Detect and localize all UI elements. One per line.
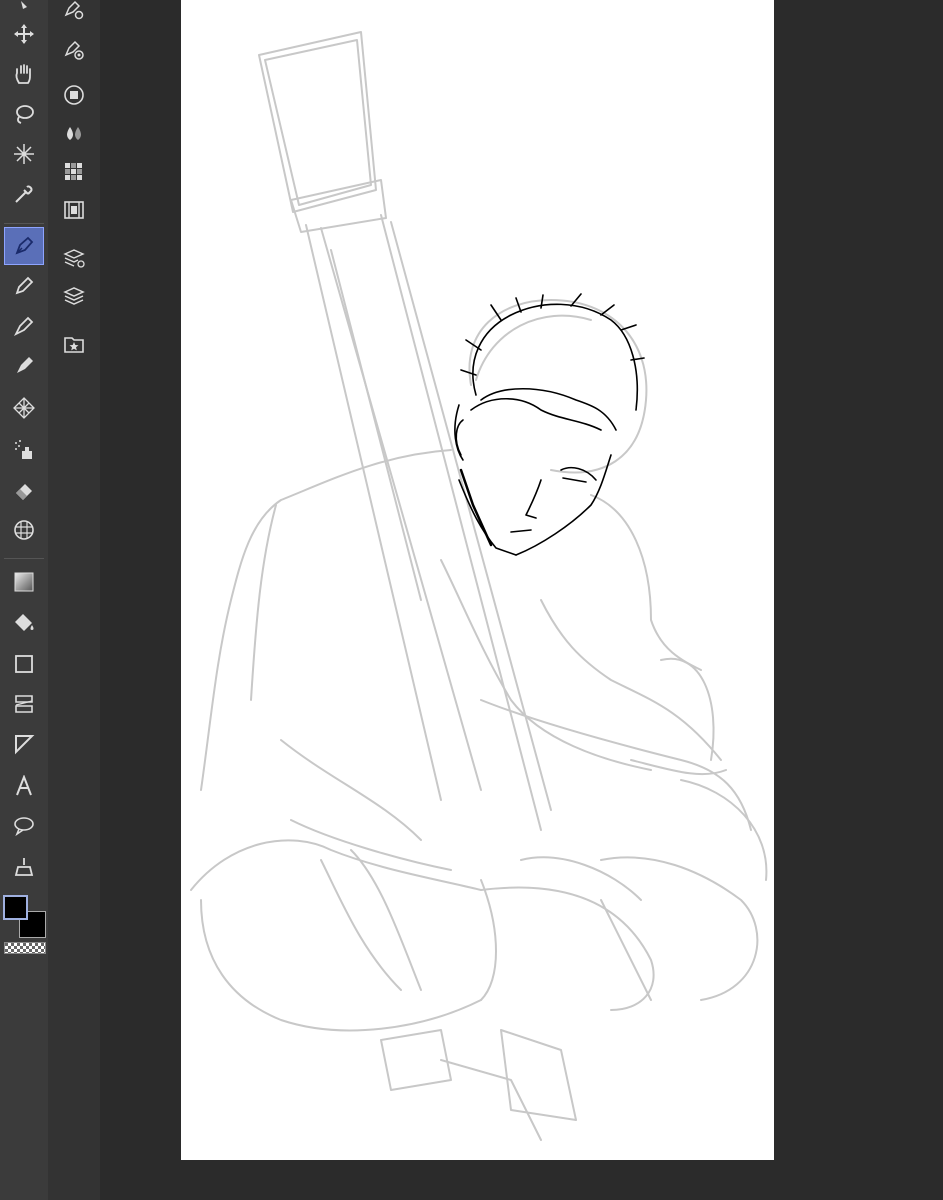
materials-button[interactable]: [60, 330, 88, 358]
droplets-icon: [67, 127, 81, 140]
frame-tool[interactable]: [5, 686, 43, 722]
color-circle-icon: [64, 85, 84, 105]
pen-settings-button[interactable]: [60, 0, 88, 24]
auto-select-tool[interactable]: [5, 136, 43, 172]
timeline-button[interactable]: [60, 196, 88, 224]
frame-border-icon: [15, 695, 33, 713]
sketch-artwork: [190, 31, 768, 1141]
hand-tool[interactable]: [5, 56, 43, 92]
pen-stabilizer-button[interactable]: [60, 36, 88, 64]
color-mixing-button[interactable]: [60, 120, 88, 148]
ruler-triangle-icon: [15, 735, 35, 755]
main-color-swatch[interactable]: [3, 895, 28, 920]
pen-gear-icon: [64, 0, 84, 20]
rectangle-icon: [15, 655, 33, 673]
text-icon: [16, 775, 32, 796]
balloon-tool[interactable]: [5, 808, 43, 844]
blend-tool[interactable]: [5, 512, 43, 548]
gradient-tool[interactable]: [5, 564, 43, 600]
move-layer-tool[interactable]: [5, 16, 43, 52]
speech-balloon-icon: [14, 817, 34, 837]
tool-palette: [0, 0, 48, 1200]
layers-button[interactable]: [60, 282, 88, 310]
star-folder-icon: [64, 337, 84, 353]
lasso-icon: [16, 105, 34, 124]
text-tool[interactable]: [5, 768, 43, 804]
correct-line-icon: [14, 858, 34, 876]
rough-sketch-lines: [190, 31, 768, 1141]
decoration-tool[interactable]: [5, 390, 43, 426]
eraser-tool[interactable]: [5, 472, 43, 508]
marker-tool[interactable]: [5, 348, 43, 384]
pencil-tool[interactable]: [5, 268, 43, 304]
correct-line-tool[interactable]: [5, 848, 43, 884]
airbrush-icon: [15, 440, 32, 459]
marker-icon: [17, 357, 33, 373]
blend-grid-icon: [14, 520, 34, 540]
airbrush-tool[interactable]: [5, 432, 43, 468]
pen-tool[interactable]: [4, 227, 44, 265]
eraser-icon: [16, 484, 32, 500]
layer-settings-icon: [63, 249, 85, 268]
inked-head-lines: [454, 293, 645, 556]
hand-icon: [15, 64, 31, 84]
layer-property-button[interactable]: [60, 244, 88, 272]
paint-bucket-icon: [15, 614, 34, 631]
color-set-button[interactable]: [60, 158, 88, 186]
gradient-icon: [14, 572, 34, 592]
magic-wand-icon: [14, 144, 34, 164]
move-arrows-icon: [14, 24, 34, 44]
eyedropper-icon: [15, 185, 33, 203]
color-grid-icon: [65, 163, 82, 180]
pattern-icon: [13, 397, 35, 419]
lasso-tool[interactable]: [5, 96, 43, 132]
pencil-icon: [15, 276, 34, 295]
panel-icon-bar: [48, 0, 100, 1200]
brush-icon: [13, 316, 34, 337]
layers-icon: [63, 287, 85, 305]
brush-tool[interactable]: [5, 308, 43, 344]
film-icon: [64, 201, 84, 219]
drawing-canvas[interactable]: [181, 0, 774, 1160]
ruler-tool[interactable]: [5, 726, 43, 762]
pen-nib-icon: [15, 236, 34, 255]
pen-target-icon: [64, 40, 84, 60]
rectangle-tool[interactable]: [5, 646, 43, 682]
transparent-color-swatch[interactable]: [4, 942, 46, 954]
eyedropper-tool[interactable]: [5, 176, 43, 212]
fill-tool[interactable]: [5, 605, 43, 641]
color-circle-button[interactable]: [60, 81, 88, 109]
